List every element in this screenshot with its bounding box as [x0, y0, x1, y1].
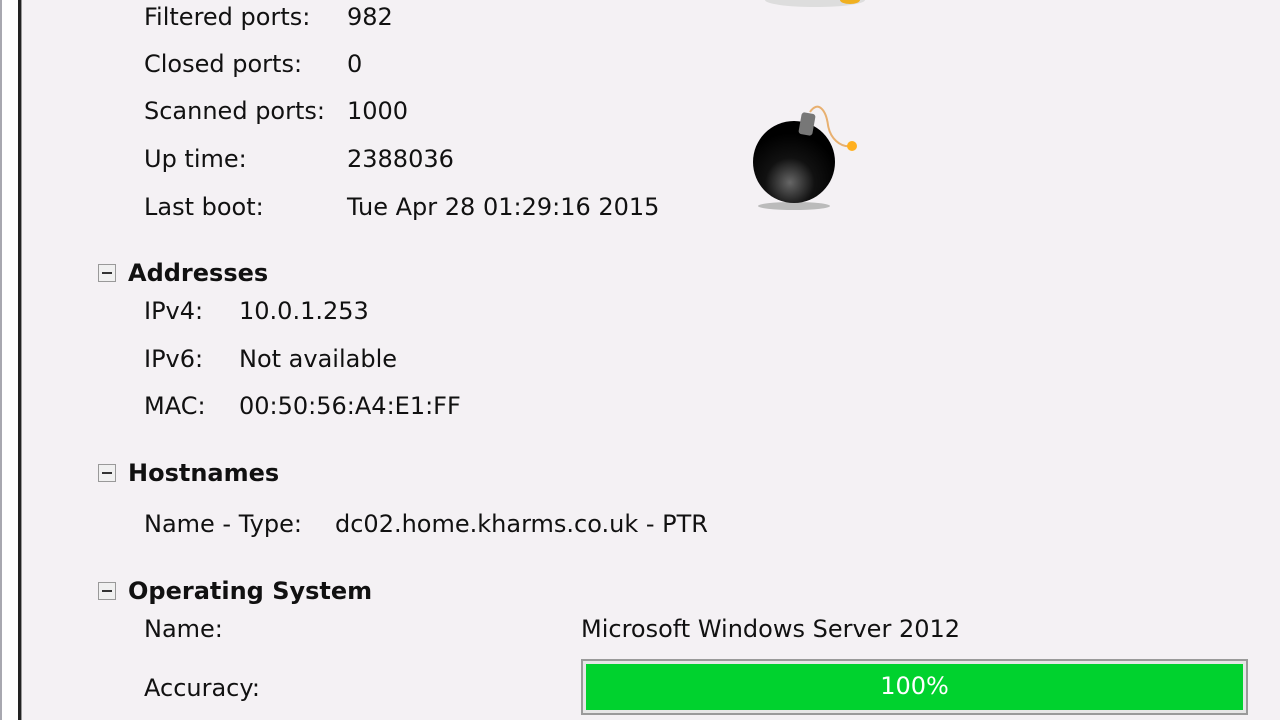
os-name-value: Microsoft Windows Server 2012: [581, 615, 961, 643]
hostnames-section-title: Hostnames: [128, 459, 280, 487]
os-collapse-toggle[interactable]: [98, 582, 116, 600]
os-accuracy-label: Accuracy:: [144, 674, 260, 702]
hostname-label: Name - Type:: [144, 510, 302, 538]
bomb-icon: [753, 105, 857, 210]
uptime-value: 2388036: [347, 145, 454, 173]
pane-divider[interactable]: [18, 0, 22, 720]
pane-gap: [6, 0, 18, 720]
uptime-label: Up time:: [144, 145, 247, 173]
hostname-value: dc02.home.kharms.co.uk - PTR: [335, 510, 708, 538]
closed-ports-label: Closed ports:: [144, 50, 303, 78]
progress-percent-text: 100%: [880, 672, 949, 700]
filtered-ports-value: 982: [347, 3, 393, 31]
ipv4-value: 10.0.1.253: [239, 297, 369, 325]
hostnames-collapse-toggle[interactable]: [98, 464, 116, 482]
ipv6-value: Not available: [239, 345, 398, 373]
os-name-label: Name:: [144, 615, 223, 643]
filtered-ports-label: Filtered ports:: [144, 3, 311, 31]
mac-label: MAC:: [144, 392, 206, 420]
addresses-collapse-toggle[interactable]: [98, 264, 116, 282]
addresses-section-title: Addresses: [128, 259, 269, 287]
closed-ports-value: 0: [347, 50, 363, 78]
ipv6-label: IPv6:: [144, 345, 204, 373]
last-boot-label: Last boot:: [144, 193, 264, 221]
os-accuracy-progress-bar: 100%: [581, 659, 1248, 715]
ipv4-label: IPv4:: [144, 297, 204, 325]
scanned-ports-value: 1000: [347, 97, 409, 125]
mac-value: 00:50:56:A4:E1:FF: [239, 392, 461, 420]
last-boot-value: Tue Apr 28 01:29:16 2015: [347, 193, 660, 221]
partial-icon-top: [765, 0, 865, 7]
scanned-ports-label: Scanned ports:: [144, 97, 325, 125]
os-section-title: Operating System: [128, 577, 373, 605]
